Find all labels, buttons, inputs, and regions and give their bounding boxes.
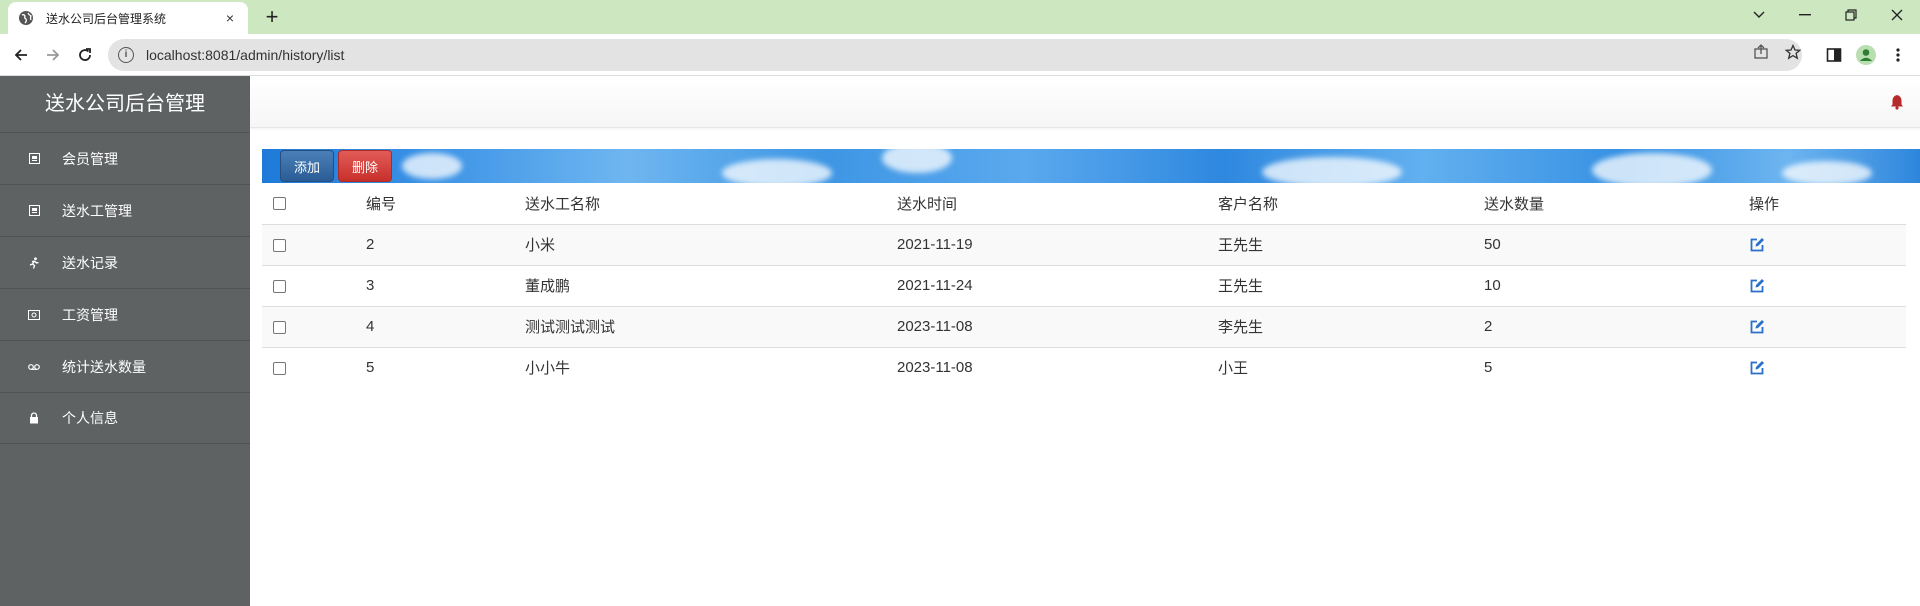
- browser-tab-strip: 送水公司后台管理系统 × +: [0, 0, 1920, 34]
- column-header-actions: 操作: [1749, 183, 1906, 225]
- cell-worker: 小米: [525, 224, 897, 266]
- new-tab-button[interactable]: +: [258, 4, 286, 30]
- table-header-row: 编号 送水工名称 送水时间 客户名称 送水数量 操作: [262, 183, 1906, 225]
- cell-time: 2021-11-19: [897, 224, 1218, 266]
- table-row: 2 小米 2021-11-19 王先生 50: [262, 224, 1906, 266]
- add-button[interactable]: 添加: [280, 150, 334, 182]
- sidebar-item-statistics[interactable]: 统计送水数量: [0, 340, 250, 392]
- edit-icon[interactable]: [1749, 360, 1765, 376]
- select-all-checkbox[interactable]: [273, 197, 286, 211]
- tab-search-dropdown-icon[interactable]: [1736, 0, 1782, 30]
- side-panel-icon[interactable]: [1821, 42, 1847, 68]
- sidebar-item-history[interactable]: 送水记录: [0, 236, 250, 288]
- bell-icon[interactable]: [1890, 94, 1904, 110]
- sidebar-item-label: 会员管理: [62, 150, 118, 167]
- sidebar-item-salary[interactable]: 工资管理: [0, 288, 250, 340]
- brand-title: 送水公司后台管理: [45, 93, 205, 115]
- cell-count: 50: [1484, 224, 1749, 266]
- cell-id: 4: [366, 306, 525, 348]
- sidebar-item-label: 送水记录: [62, 254, 118, 271]
- column-header-time: 送水时间: [897, 183, 1218, 225]
- row-checkbox[interactable]: [273, 361, 286, 375]
- close-window-icon[interactable]: [1874, 0, 1920, 30]
- edit-icon[interactable]: [1749, 237, 1765, 253]
- history-table: 编号 送水工名称 送水时间 客户名称 送水数量 操作 2 小米 2021-11-…: [262, 183, 1906, 388]
- cloud-decoration: [1782, 161, 1872, 183]
- action-bar: 添加 删除: [262, 149, 1920, 183]
- running-man-icon: [28, 256, 40, 269]
- sidebar-item-label: 统计送水数量: [62, 358, 146, 375]
- cell-customer: 李先生: [1218, 306, 1484, 348]
- cell-customer: 小王: [1218, 360, 1249, 378]
- table-row: 4 测试测试测试 2023-11-08 李先生 2: [262, 306, 1906, 348]
- id-card-icon: [28, 153, 40, 165]
- cell-time: 2023-11-08: [897, 306, 1218, 348]
- edit-icon[interactable]: [1749, 278, 1765, 294]
- site-info-icon[interactable]: i: [118, 47, 134, 63]
- cloud-decoration: [402, 153, 462, 179]
- back-icon[interactable]: [8, 42, 34, 68]
- sidebar-item-worker[interactable]: 送水工管理: [0, 184, 250, 236]
- cell-id: 5: [366, 359, 375, 377]
- sidebar-item-label: 个人信息: [62, 410, 118, 426]
- globe-icon: [19, 11, 33, 25]
- money-icon: [28, 309, 40, 321]
- cloud-decoration: [882, 149, 952, 173]
- cell-time: 2021-11-24: [897, 265, 1218, 307]
- column-header-worker: 送水工名称: [525, 183, 897, 225]
- cell-id: 2: [366, 224, 525, 266]
- cell-count: 10: [1484, 265, 1749, 307]
- id-card-icon: [28, 205, 40, 217]
- column-header-customer: 客户名称: [1218, 183, 1484, 225]
- table-row: 3 董成鹏 2021-11-24 王先生 10: [262, 265, 1906, 307]
- delete-button[interactable]: 删除: [338, 150, 392, 182]
- cell-time: 2023-11-08: [897, 359, 973, 377]
- cell-worker: 小小牛: [525, 360, 571, 378]
- cell-customer: 王先生: [1218, 265, 1484, 307]
- address-bar[interactable]: i localhost:8081/admin/history/list: [108, 39, 1802, 71]
- column-header-count: 送水数量: [1484, 183, 1749, 225]
- lock-icon: [28, 412, 40, 424]
- bookmark-star-icon[interactable]: [1783, 42, 1803, 62]
- url-text: localhost:8081/admin/history/list: [146, 47, 345, 63]
- top-navbar: [250, 76, 1920, 128]
- sidebar-item-profile[interactable]: 个人信息: [0, 392, 250, 444]
- sidebar: 送水公司后台管理 会员管理 送水工管理 送水记录 工资管理 统计送水数量 个人信…: [0, 76, 250, 606]
- cloud-decoration: [722, 159, 832, 183]
- profile-avatar-icon[interactable]: [1853, 42, 1879, 68]
- cloud-decoration: [1262, 157, 1402, 183]
- cell-worker: 董成鹏: [525, 265, 897, 307]
- tab-title: 送水公司后台管理系统: [46, 11, 167, 26]
- column-header-id: 编号: [366, 183, 525, 225]
- forward-icon[interactable]: [40, 42, 66, 68]
- row-checkbox[interactable]: [273, 320, 286, 334]
- cell-customer: 王先生: [1218, 224, 1484, 266]
- browser-menu-icon[interactable]: [1885, 42, 1911, 68]
- restore-icon[interactable]: [1828, 0, 1874, 30]
- browser-tab[interactable]: 送水公司后台管理系统 ×: [8, 2, 248, 34]
- edit-icon[interactable]: [1749, 319, 1765, 335]
- cell-worker: 测试测试测试: [525, 306, 897, 348]
- reload-icon[interactable]: [72, 42, 98, 68]
- cloud-decoration: [1592, 153, 1712, 183]
- tab-close-icon[interactable]: ×: [222, 10, 238, 26]
- sidebar-item-member[interactable]: 会员管理: [0, 132, 250, 184]
- cell-id: 3: [366, 265, 525, 307]
- sidebar-item-label: 工资管理: [62, 306, 118, 323]
- cell-count: 2: [1484, 306, 1749, 348]
- table-row: 5 小小牛 2023-11-08 小王 5: [262, 347, 1906, 388]
- sidebar-item-label: 送水工管理: [62, 202, 132, 219]
- minimize-icon[interactable]: [1782, 0, 1828, 30]
- cassette-icon: [28, 361, 40, 373]
- browser-toolbar: i localhost:8081/admin/history/list: [0, 34, 1920, 76]
- row-checkbox[interactable]: [273, 238, 286, 252]
- share-icon[interactable]: [1751, 42, 1771, 62]
- cell-count: 5: [1484, 359, 1493, 377]
- row-checkbox[interactable]: [273, 279, 286, 293]
